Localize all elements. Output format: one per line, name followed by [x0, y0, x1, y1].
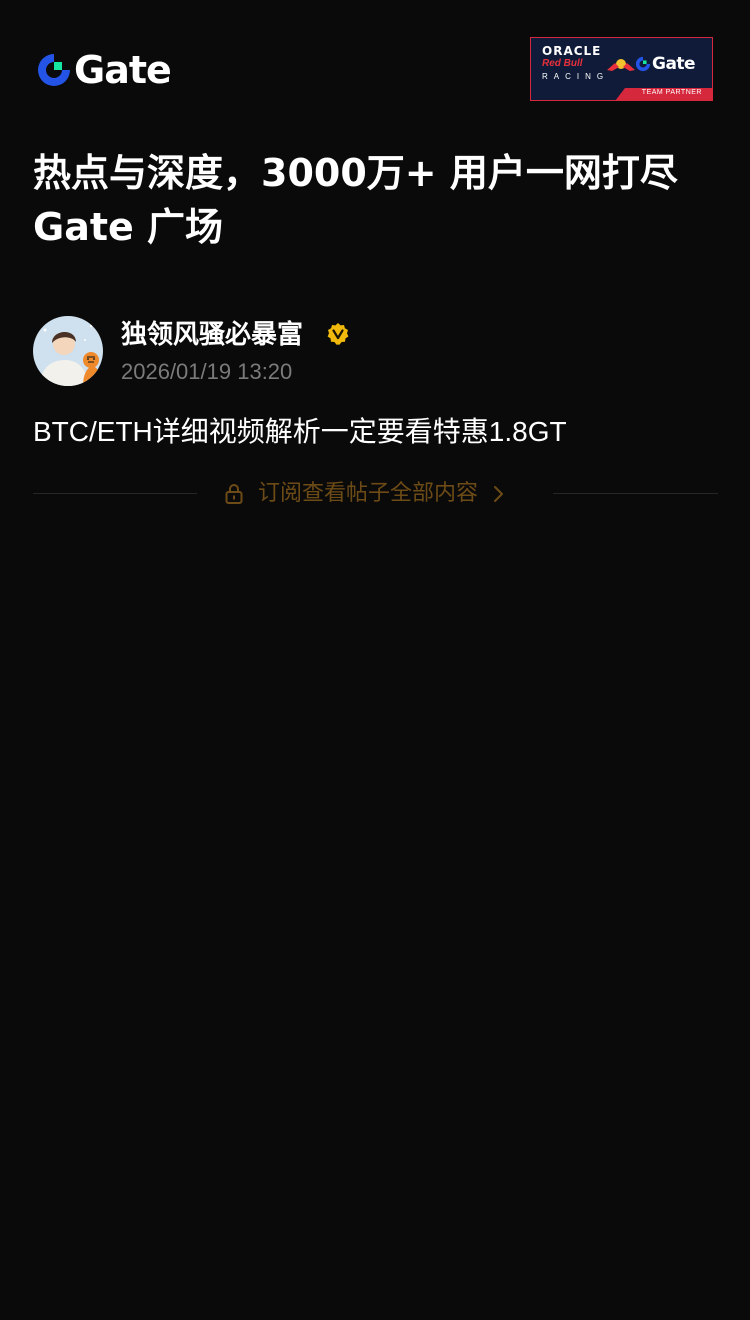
- paywall-divider-right: [553, 493, 718, 494]
- badge-oracle-text: ORACLE: [542, 44, 602, 58]
- header: Gate ORACLE Red Bull RACING Gate TEAM PA…: [0, 0, 750, 140]
- avatar[interactable]: [33, 316, 103, 386]
- badge-redbull-text: Red Bull: [542, 58, 583, 69]
- gate-logo[interactable]: Gate: [36, 48, 172, 92]
- avatar-image: [33, 316, 103, 386]
- post-author: 独领风骚必暴富 2026/01/19 13:20: [33, 316, 713, 388]
- badge-team-partner-text: TEAM PARTNER: [641, 89, 702, 96]
- page-headline: 热点与深度，3000万+ 用户一网打尽 Gate 广场: [33, 146, 723, 254]
- badge-racing-text: RACING: [542, 72, 610, 81]
- gate-logo-icon: [38, 54, 70, 86]
- subscribe-to-view-link[interactable]: 订阅查看帖子全部内容: [222, 478, 506, 510]
- lock-icon: [225, 484, 243, 504]
- chevron-right-icon: [494, 486, 504, 502]
- verified-badge-icon: [327, 323, 349, 345]
- post-timestamp: 2026/01/19 13:20: [121, 359, 293, 384]
- headline-line-2: Gate 广场: [33, 205, 224, 249]
- team-partner-badge: ORACLE Red Bull RACING Gate TEAM PARTNER: [530, 37, 713, 101]
- author-name[interactable]: 独领风骚必暴富: [121, 318, 303, 352]
- headline-line-1: 热点与深度，3000万+ 用户一网打尽: [33, 151, 678, 195]
- badge-gate-logo: Gate: [635, 54, 696, 74]
- subscribe-label: 订阅查看帖子全部内容: [258, 481, 479, 506]
- badge-gate-icon: [635, 56, 651, 72]
- post-body: BTC/ETH详细视频解析一定要看特惠1.8GT: [33, 416, 567, 447]
- gate-logo-text: Gate: [74, 48, 172, 92]
- paywall-divider-left: [33, 493, 197, 494]
- badge-gate-text: Gate: [652, 54, 696, 74]
- red-bull-icon: [607, 59, 635, 71]
